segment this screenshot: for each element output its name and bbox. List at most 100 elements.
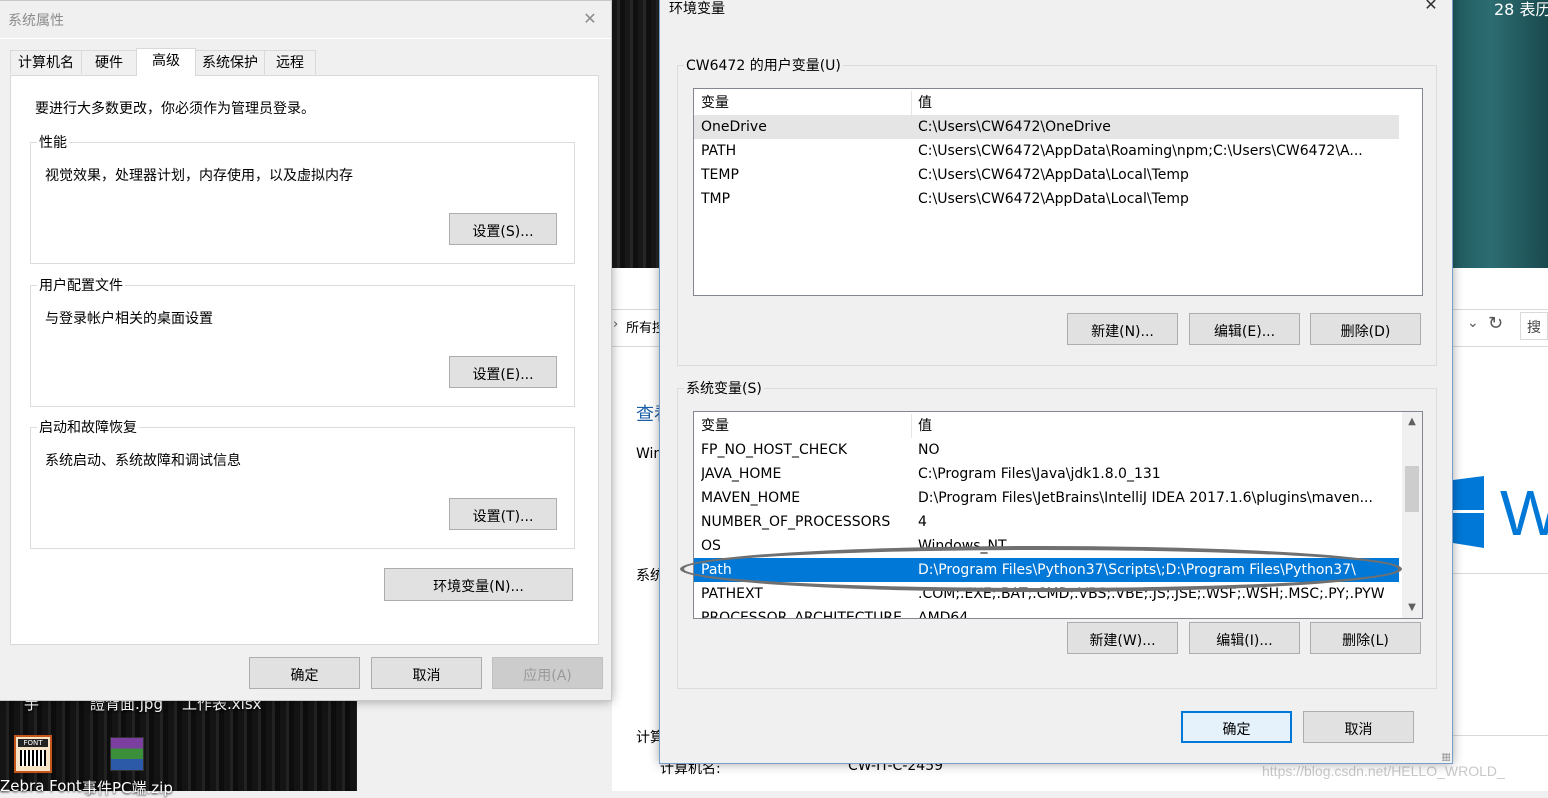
list-header: 变量 值 — [694, 91, 1399, 115]
group-description: 系统启动、系统故障和调试信息 — [45, 453, 241, 469]
env-ok-button[interactable]: 确定 — [1181, 711, 1292, 743]
tab-hardware[interactable]: 硬件 — [81, 50, 137, 74]
variable-value: 4 — [918, 514, 927, 530]
list-item[interactable]: JAVA_HOME C:\Program Files\Java\jdk1.8.0… — [694, 462, 1399, 486]
variable-value: D:\Program Files\Python37\Scripts\;D:\Pr… — [918, 562, 1356, 578]
list-item[interactable]: OneDrive C:\Users\CW6472\OneDrive — [694, 115, 1399, 139]
system-variables-list[interactable]: 变量 值 FP_NO_HOST_CHECK NO JAVA_HOME C:\Pr… — [693, 411, 1423, 619]
variable-name: FP_NO_HOST_CHECK — [701, 442, 848, 458]
list-item[interactable]: FP_NO_HOST_CHECK NO — [694, 438, 1399, 462]
tab-remote[interactable]: 远程 — [264, 50, 316, 74]
user-variables-group: CW6472 的用户变量(U) 变量 值 OneDrive C:\Users\C… — [677, 55, 1437, 366]
resize-grip-icon[interactable] — [1442, 753, 1450, 761]
watermark: https://blog.csdn.net/HELLO_WROLD_ — [1262, 763, 1505, 779]
windows-logo-text: W — [1500, 477, 1548, 549]
list-header: 变量 值 — [694, 414, 1399, 438]
column-separator — [911, 414, 912, 438]
group-title: 用户配置文件 — [37, 275, 125, 295]
dialog-title: 环境变量 — [669, 1, 725, 17]
list-item[interactable]: PATH C:\Users\CW6472\AppData\Roaming\npm… — [694, 139, 1399, 163]
admin-notice: 要进行大多数更改，你必须作为管理员登录。 — [35, 101, 315, 117]
performance-settings-button[interactable]: 设置(S)... — [449, 213, 557, 245]
variable-value: C:\Users\CW6472\AppData\Local\Temp — [918, 191, 1189, 207]
address-dropdown-icon[interactable]: ⌄ — [1467, 315, 1479, 331]
desktop-wallpaper-accent — [1452, 0, 1548, 268]
list-item[interactable]: TEMP C:\Users\CW6472\AppData\Local\Temp — [694, 163, 1399, 187]
column-separator — [911, 91, 912, 115]
user-delete-button[interactable]: 删除(D) — [1310, 313, 1421, 345]
system-new-button[interactable]: 新建(W)... — [1067, 622, 1178, 654]
list-item[interactable]: TMP C:\Users\CW6472\AppData\Local\Temp — [694, 187, 1399, 211]
barcode-icon — [20, 750, 46, 766]
variable-name: TEMP — [701, 167, 739, 183]
cancel-button[interactable]: 取消 — [371, 657, 482, 689]
variable-name: NUMBER_OF_PROCESSORS — [701, 514, 891, 530]
user-profiles-settings-button[interactable]: 设置(E)... — [449, 356, 557, 388]
system-delete-button[interactable]: 删除(L) — [1310, 622, 1421, 654]
font-file-icon[interactable]: FONT — [14, 735, 52, 773]
address-chevron-icon: › — [613, 317, 619, 332]
variable-value: C:\Program Files\Java\jdk1.8.0_131 — [918, 466, 1161, 482]
scroll-up-icon[interactable]: ▲ — [1402, 413, 1422, 431]
variable-value: C:\Users\CW6472\OneDrive — [918, 119, 1111, 135]
font-file-icon-label: FONT — [18, 739, 48, 747]
group-title: CW6472 的用户变量(U) — [684, 55, 843, 75]
list-item[interactable]: OS Windows_NT — [694, 534, 1399, 558]
variable-name: OneDrive — [701, 119, 767, 135]
variable-name: PATHEXT — [701, 586, 763, 602]
system-edit-button[interactable]: 编辑(I)... — [1189, 622, 1300, 654]
group-title: 启动和故障恢复 — [37, 417, 139, 437]
list-item[interactable]: MAVEN_HOME D:\Program Files\JetBrains\In… — [694, 486, 1399, 510]
startup-recovery-group: 启动和故障恢复 系统启动、系统故障和调试信息 设置(T)... — [30, 417, 575, 549]
variable-name: JAVA_HOME — [701, 466, 782, 482]
variable-value: Windows_NT — [918, 538, 1007, 554]
startup-settings-button[interactable]: 设置(T)... — [449, 498, 557, 530]
user-new-button[interactable]: 新建(N)... — [1067, 313, 1178, 345]
background-search-text: 搜 — [1527, 320, 1541, 336]
desktop-icon-label[interactable]: Zebra Font — [0, 777, 82, 795]
user-edit-button[interactable]: 编辑(E)... — [1189, 313, 1300, 345]
desktop-icon-label[interactable]: 事件PC端.zip — [82, 777, 173, 798]
tab-system-protection[interactable]: 系统保护 — [195, 50, 265, 74]
env-cancel-button[interactable]: 取消 — [1303, 711, 1414, 743]
group-title: 性能 — [37, 132, 69, 152]
variable-name: PATH — [701, 143, 737, 159]
group-title: 系统变量(S) — [684, 378, 764, 398]
column-header-variable[interactable]: 变量 — [701, 414, 911, 438]
variable-value: AMD64 — [918, 610, 969, 619]
environment-variables-button[interactable]: 环境变量(N)... — [384, 568, 573, 601]
performance-group: 性能 视觉效果，处理器计划，内存使用，以及虚拟内存 设置(S)... — [30, 132, 575, 264]
desktop-background — [0, 690, 357, 791]
close-icon[interactable]: ✕ — [575, 7, 605, 31]
ok-button[interactable]: 确定 — [249, 657, 360, 689]
variable-name: MAVEN_HOME — [701, 490, 801, 506]
background-calendar-text: 28 表历 — [1494, 0, 1548, 19]
archive-file-icon[interactable] — [110, 737, 144, 771]
close-icon[interactable]: ✕ — [1416, 0, 1446, 17]
scroll-down-icon[interactable]: ▼ — [1402, 599, 1422, 617]
tab-computer-name[interactable]: 计算机名 — [10, 50, 82, 74]
dialog-title: 系统属性 — [8, 13, 64, 29]
tab-advanced[interactable]: 高级 — [136, 48, 196, 76]
list-item[interactable]: PATHEXT .COM;.EXE;.BAT;.CMD;.VBS;.VBE;.J… — [694, 582, 1399, 606]
column-header-value[interactable]: 值 — [918, 414, 1392, 438]
vertical-scrollbar[interactable]: ▲ ▼ — [1402, 412, 1422, 618]
environment-variables-dialog: 环境变量 ✕ CW6472 的用户变量(U) 变量 值 OneDrive C:\… — [659, 0, 1453, 764]
column-header-variable[interactable]: 变量 — [701, 91, 911, 115]
column-header-value[interactable]: 值 — [918, 91, 1392, 115]
divider — [1452, 573, 1548, 574]
system-variables-group: 系统变量(S) 变量 值 FP_NO_HOST_CHECK NO JAVA_HO… — [677, 378, 1437, 689]
user-profiles-group: 用户配置文件 与登录帐户相关的桌面设置 设置(E)... — [30, 275, 575, 407]
user-variables-list[interactable]: 变量 值 OneDrive C:\Users\CW6472\OneDrive P… — [693, 88, 1423, 296]
refresh-icon[interactable]: ↻ — [1488, 313, 1503, 334]
list-item[interactable]: PROCESSOR_ARCHITECTURE AMD64 — [694, 606, 1399, 619]
variable-name: OS — [701, 538, 721, 554]
apply-button[interactable]: 应用(A) — [492, 657, 603, 689]
list-item-selected[interactable]: Path D:\Program Files\Python37\Scripts\;… — [694, 558, 1399, 582]
scrollbar-thumb[interactable] — [1405, 466, 1419, 512]
title-separator — [0, 38, 611, 39]
list-item[interactable]: NUMBER_OF_PROCESSORS 4 — [694, 510, 1399, 534]
system-properties-dialog: 系统属性 ✕ 计算机名 硬件 高级 系统保护 远程 要进行大多数更改，你必须作为… — [0, 0, 612, 701]
variable-value: C:\Users\CW6472\AppData\Local\Temp — [918, 167, 1189, 183]
background-search-box[interactable]: 搜 — [1520, 312, 1548, 340]
